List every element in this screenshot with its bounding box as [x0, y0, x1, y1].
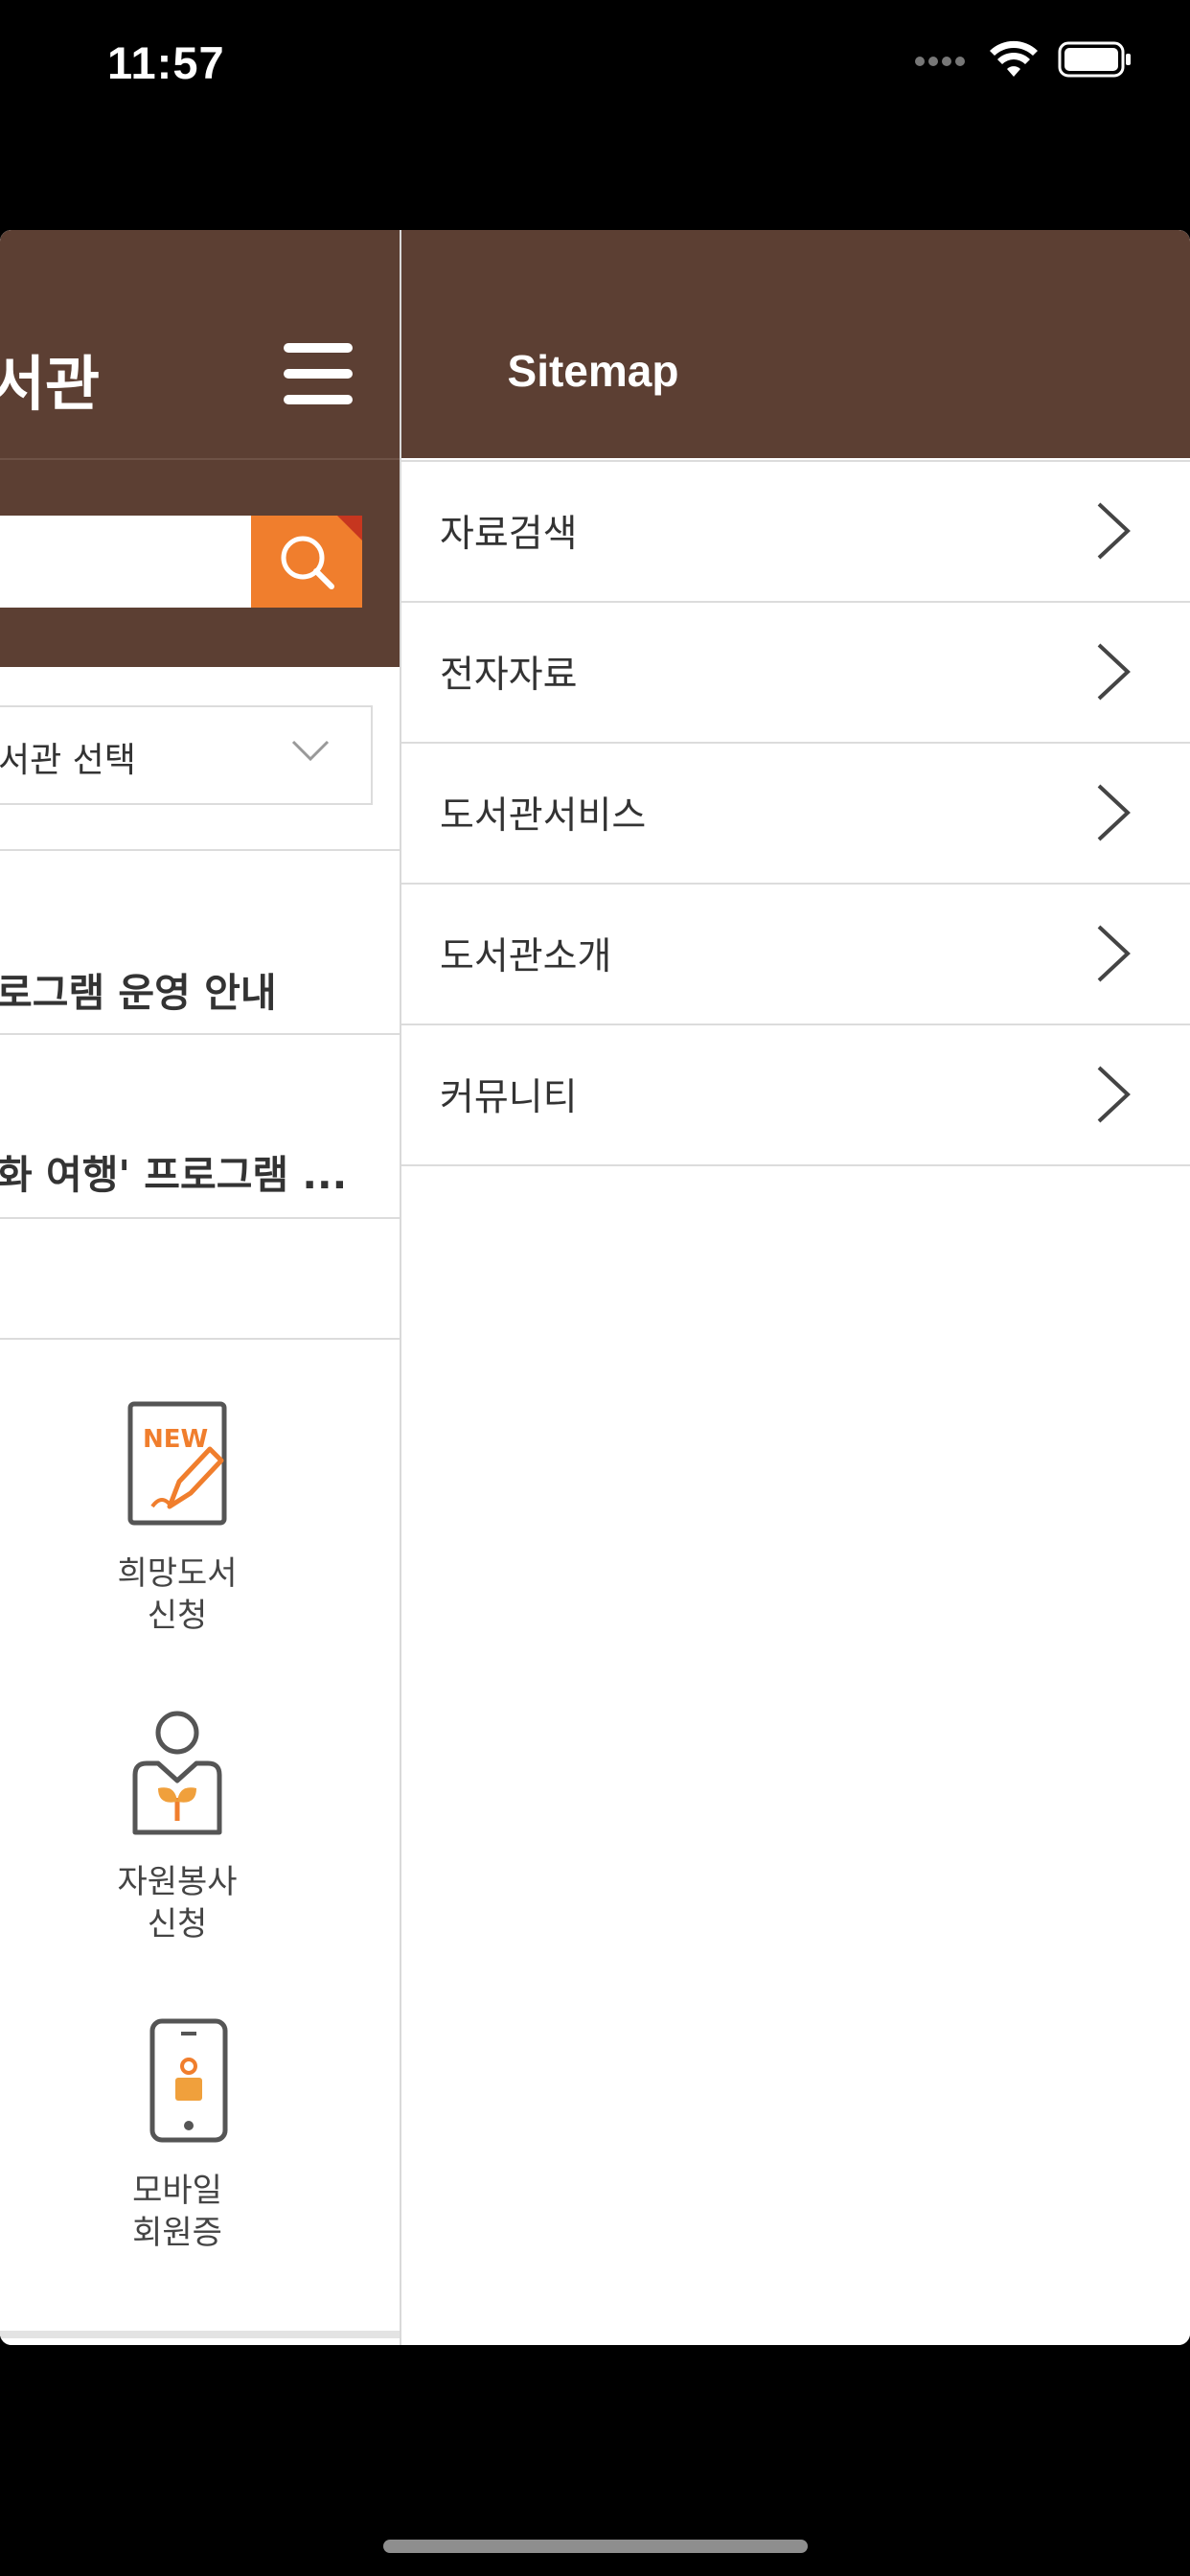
new-request-icon: NEW: [127, 1401, 227, 1526]
chevron-right-icon: [1097, 784, 1131, 841]
sitemap-item-library-intro[interactable]: 도서관소개: [401, 885, 1190, 1025]
library-select-label: 서관 선택: [0, 741, 136, 780]
sitemap-item-label: 자료검색: [440, 513, 578, 556]
quick-link-hope-book[interactable]: NEW 희망도서 신청: [86, 1401, 268, 1637]
mobile-card-icon: [149, 2018, 228, 2143]
chevron-down-icon: [291, 740, 330, 762]
volunteer-icon: [132, 1711, 222, 1835]
sitemap-item-e-resources[interactable]: 전자자료: [401, 603, 1190, 744]
divider: [0, 1217, 400, 1219]
sitemap-list: 자료검색 전자자료 도서관서비스 도서관소개 커뮤니티: [401, 460, 1190, 1166]
status-time: 11:57: [107, 37, 225, 88]
wifi-icon: [989, 40, 1039, 82]
divider: [0, 1033, 400, 1035]
sitemap-header: Sitemap: [401, 230, 1190, 458]
chevron-right-icon: [1097, 502, 1131, 560]
divider: [0, 849, 400, 851]
sitemap-item-search[interactable]: 자료검색: [401, 462, 1190, 603]
search-button[interactable]: [251, 516, 362, 608]
quick-link-label: 모바일 회원증: [132, 2172, 222, 2252]
main-app-panel: 서관 서관 선택 로그램 운영 안내 화 여행' 프로그램 ... NEW 희망…: [0, 230, 401, 2345]
news-item[interactable]: 로그램 운영 안내: [0, 960, 360, 1018]
sitemap-title: Sitemap: [507, 346, 679, 396]
quick-link-mobile-card[interactable]: 모바일 회원증: [86, 2018, 268, 2254]
sitemap-item-label: 전자자료: [440, 654, 578, 697]
search-input[interactable]: [0, 516, 251, 608]
quick-link-label: 자원봉사 신청: [117, 1863, 238, 1944]
sitemap-item-community[interactable]: 커뮤니티: [401, 1025, 1190, 1166]
news-item[interactable]: 화 여행' 프로그램 ...: [0, 1142, 360, 1200]
panel-bottom-bar: [0, 2331, 400, 2338]
status-bar: 11:57: [0, 0, 1190, 134]
battery-icon: [1058, 41, 1133, 81]
corner-accent: [337, 516, 362, 540]
app-title: 서관: [0, 349, 101, 419]
chevron-right-icon: [1097, 643, 1131, 701]
quick-link-label: 희망도서 신청: [117, 1554, 238, 1635]
library-select[interactable]: 서관 선택: [0, 705, 373, 805]
divider: [0, 1338, 400, 1340]
search-icon: [281, 536, 334, 589]
app-sheet: 서관 서관 선택 로그램 운영 안내 화 여행' 프로그램 ... NEW 희망…: [0, 230, 1190, 2345]
quick-link-volunteer[interactable]: 자원봉사 신청: [86, 1710, 268, 1945]
sitemap-item-library-services[interactable]: 도서관서비스: [401, 744, 1190, 885]
status-icons: [914, 40, 1133, 82]
app-header: 서관: [0, 230, 400, 460]
signal-dots-icon: [914, 53, 970, 71]
hamburger-menu-icon[interactable]: [284, 343, 353, 404]
sitemap-item-label: 도서관소개: [440, 935, 612, 978]
home-indicator[interactable]: [383, 2540, 808, 2553]
chevron-right-icon: [1097, 1066, 1131, 1123]
sitemap-item-label: 도서관서비스: [440, 794, 647, 838]
chevron-right-icon: [1097, 925, 1131, 982]
sitemap-panel: Sitemap 자료검색 전자자료 도서관서비스 도서관소개 커뮤니티: [401, 230, 1190, 2345]
sitemap-item-label: 커뮤니티: [440, 1076, 578, 1119]
new-badge-text: NEW: [143, 1425, 208, 1454]
